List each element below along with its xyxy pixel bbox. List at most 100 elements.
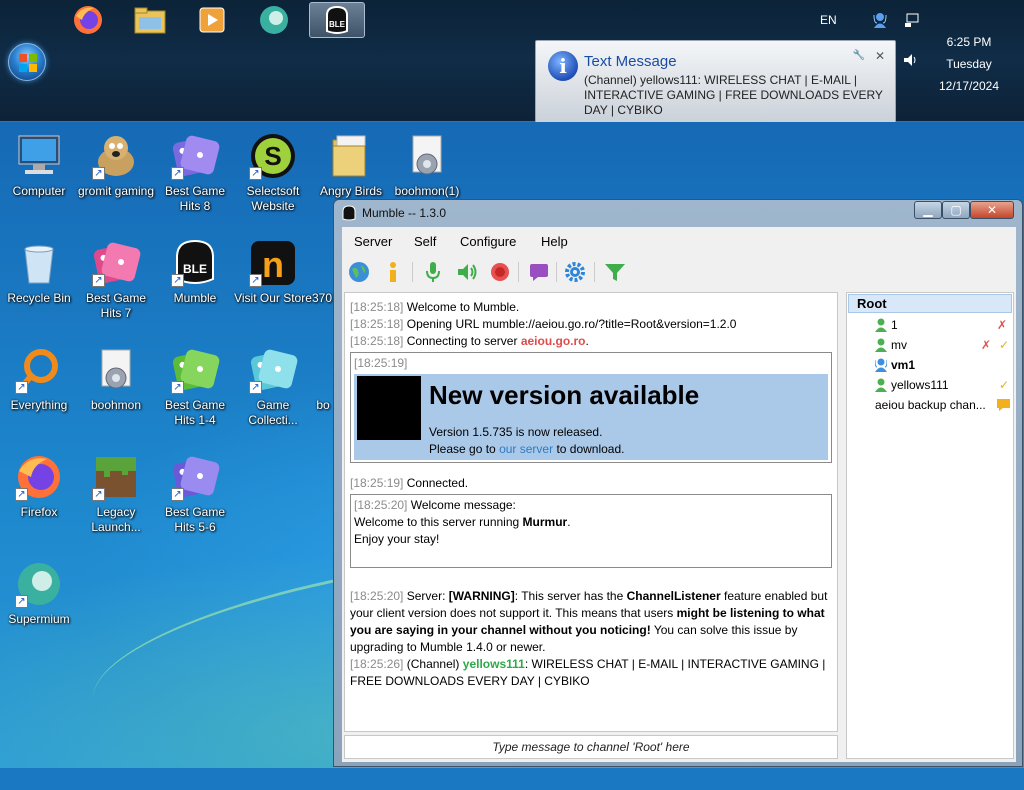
channel-row-aeiou-backup[interactable]: aeiou backup chan... — [847, 395, 1013, 415]
clock-time: 6:25 PM — [946, 35, 992, 49]
chat-log[interactable]: [18:25:18] Welcome to Mumble. [18:25:18]… — [344, 292, 838, 732]
log-text: : This server has the — [514, 589, 624, 603]
desktop-icon-best-game-hits-8[interactable]: ↗ Best Game Hits 8 — [156, 132, 234, 214]
computer-icon — [18, 135, 60, 174]
start-button[interactable] — [8, 43, 46, 81]
user-name: 1 — [891, 318, 898, 332]
desktop-icon-best-game-hits-1-4[interactable]: ↗ Best Game Hits 1-4 — [156, 346, 234, 428]
user-row-vm1[interactable]: vm1 — [847, 355, 1013, 375]
desktop-icon-label: Best Game Hits 5-6 — [164, 505, 226, 534]
language-indicator[interactable]: EN — [820, 13, 837, 27]
desktop-icon-visit-our-store[interactable]: n ↗ Visit Our Store — [234, 239, 312, 306]
user-icon — [875, 378, 887, 392]
log-timestamp: [18:25:18] — [350, 317, 404, 331]
record-icon[interactable] — [489, 261, 511, 283]
desktop-icon-best-game-hits-7[interactable]: ↗ Best Game Hits 7 — [77, 239, 155, 321]
microphone-icon[interactable] — [422, 261, 444, 283]
connect-icon[interactable] — [348, 261, 370, 283]
desktop-icon-label: boohmon — [90, 398, 142, 412]
menu-self[interactable]: Self — [414, 234, 436, 249]
desktop-icon-boohmon[interactable]: boohmon — [77, 346, 155, 413]
new-version-text: Version 1.5.735 is now released. — [429, 425, 603, 439]
log-text: Opening URL mumble://aeiou.go.ro/?title=… — [406, 317, 737, 331]
taskbar-file-explorer[interactable] — [122, 2, 178, 38]
mumble-window[interactable]: Mumble -- 1.3.0 ▁ ▢ ✕ Server Self Config… — [333, 199, 1023, 767]
channel-root[interactable]: Root — [848, 294, 1012, 313]
log-text-bold: ChannelListener — [626, 589, 721, 603]
new-version-banner: New version available Version 1.5.735 is… — [354, 374, 828, 460]
log-text: Connecting to server — [406, 334, 518, 348]
chat-bubble-icon[interactable] — [528, 261, 550, 283]
comment-icon — [997, 399, 1010, 411]
network-icon[interactable] — [904, 12, 920, 28]
speaker-icon[interactable] — [456, 261, 478, 283]
user-row-mv[interactable]: mv ✗ ✓ — [847, 335, 1013, 355]
desktop-icon-label: Computer — [12, 184, 66, 198]
log-text: . — [585, 334, 589, 348]
desktop-icon-computer[interactable]: Computer — [0, 132, 78, 199]
log-timestamp: [18:25:20] — [350, 589, 404, 603]
window-titlebar[interactable]: Mumble -- 1.3.0 ▁ ▢ ✕ — [334, 200, 1022, 226]
user-row-1[interactable]: 1 ✗ — [847, 315, 1013, 335]
notification-balloon[interactable]: i Text Message (Channel) yellows111: WIR… — [535, 40, 896, 126]
info-icon[interactable] — [382, 261, 404, 283]
desktop-icon-label: Supermium — [8, 612, 70, 626]
taskbar-firefox[interactable] — [60, 2, 116, 38]
log-text: Please go to — [429, 442, 496, 456]
log-text: to download. — [556, 442, 625, 456]
close-icon[interactable]: ✕ — [875, 49, 885, 63]
server-link[interactable]: aeiou.go.ro — [521, 334, 586, 348]
menu-server[interactable]: Server — [354, 234, 392, 249]
desktop-icon-label: Visit Our Store — [234, 291, 312, 305]
log-timestamp: [18:25:26] — [350, 657, 404, 671]
channel-tree[interactable]: Root 1 ✗ mv ✗ ✓ vm1 yellows111 ✓ aeiou b… — [846, 292, 1014, 759]
wrench-icon[interactable]: 🔧 — [853, 50, 865, 61]
toolbar — [342, 257, 1016, 287]
settings-gear-icon[interactable] — [564, 261, 586, 283]
desktop-icon-firefox[interactable]: ↗ Firefox — [0, 453, 78, 520]
our-server-link[interactable]: our server — [499, 442, 553, 456]
taskbar-supermium[interactable] — [246, 2, 302, 38]
toolbar-separator — [518, 262, 519, 282]
desktop-icon-mumble[interactable]: BLE ↗ Mumble — [156, 239, 234, 306]
desktop-icon-label: Selectsoft Website — [246, 184, 300, 213]
user-name: vm1 — [891, 358, 916, 372]
log-timestamp: [18:25:19] — [350, 476, 404, 490]
mumble-tray-icon[interactable] — [872, 11, 888, 29]
user-link[interactable]: yellows111 — [463, 657, 525, 671]
desktop-icon-everything[interactable]: ↗ Everything — [0, 346, 78, 413]
desktop-icon-supermium[interactable]: ↗ Supermium — [0, 560, 78, 627]
menu-configure[interactable]: Configure — [460, 234, 516, 249]
settings-file-icon — [101, 349, 131, 389]
filter-icon[interactable] — [604, 261, 626, 283]
close-button[interactable]: ✕ — [970, 201, 1014, 219]
desktop-icon-label: Best Game Hits 1-4 — [164, 398, 226, 427]
log-line: [18:25:26] (Channel) yellows111: WIRELES… — [350, 656, 832, 690]
desktop-icon-label: gromit gaming — [77, 184, 155, 198]
desktop-icon-angry-birds[interactable]: Angry Birds — [312, 132, 390, 199]
desktop-icon-game-collection[interactable]: ↗ Game Collecti... — [234, 346, 312, 428]
maximize-button[interactable]: ▢ — [942, 201, 970, 219]
new-version-heading: New version available — [429, 380, 700, 410]
desktop-icon-gromit-gaming[interactable]: ↗ gromit gaming — [77, 132, 155, 199]
volume-icon[interactable] — [902, 52, 918, 68]
desktop-icon-legacy-launcher[interactable]: ↗ Legacy Launch... — [77, 453, 155, 535]
taskbar-media-player[interactable] — [184, 2, 240, 38]
desktop-icon-label: Angry Birds — [319, 184, 383, 198]
taskbar-mumble[interactable]: BLE — [309, 2, 365, 38]
user-icon — [875, 338, 887, 352]
menu-help[interactable]: Help — [541, 234, 568, 249]
minimize-button[interactable]: ▁ — [914, 201, 942, 219]
log-line: [18:25:19] Connected. — [350, 475, 832, 492]
log-text: Server: — [406, 589, 446, 603]
desktop-icon-selectsoft-website[interactable]: S ↗ Selectsoft Website — [234, 132, 312, 214]
recycle-bin-icon — [24, 245, 54, 284]
clock[interactable]: 6:25 PM Tuesday 12/17/2024 — [934, 31, 1004, 97]
chat-message-input[interactable]: Type message to channel 'Root' here — [344, 735, 838, 759]
log-text-bold: [WARNING] — [448, 589, 515, 603]
desktop-icon-best-game-hits-5-6[interactable]: ↗ Best Game Hits 5-6 — [156, 453, 234, 535]
desktop-icon-boohmon-1[interactable]: boohmon(1) — [388, 132, 466, 199]
desktop-icon-recycle-bin[interactable]: Recycle Bin — [0, 239, 78, 306]
log-text: . — [567, 515, 571, 529]
user-row-yellows111[interactable]: yellows111 ✓ — [847, 375, 1013, 395]
